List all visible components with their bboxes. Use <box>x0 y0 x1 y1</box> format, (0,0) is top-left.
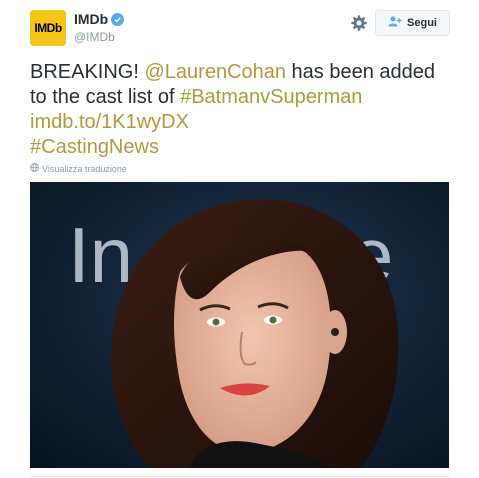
translate-label: Visualizza traduzione <box>42 163 127 174</box>
handle[interactable]: @IMDb <box>74 30 124 44</box>
follow-label: Segui <box>407 17 437 29</box>
backdrop-logo: In <box>68 211 133 299</box>
url-link[interactable]: imdb.to/1K1wyDX <box>30 111 189 133</box>
divider <box>30 476 450 477</box>
gear-icon[interactable] <box>350 14 368 32</box>
translate-link[interactable]: Visualizza traduzione <box>30 163 127 174</box>
avatar[interactable]: IMDb <box>30 10 66 46</box>
tweet-text: BREAKING! @LaurenCohan has been added to… <box>30 60 450 160</box>
tweet-header: IMDb IMDb @IMDb Segui <box>30 10 450 50</box>
globe-icon <box>30 163 39 174</box>
add-user-icon <box>388 16 402 30</box>
author-block[interactable]: IMDb @IMDb <box>74 11 125 44</box>
display-name-row[interactable]: IMDb <box>74 11 125 27</box>
display-name[interactable]: IMDb <box>74 11 108 27</box>
photo-illustration: In e <box>30 182 449 468</box>
tweet-photo[interactable]: In e <box>30 182 449 468</box>
verified-badge-icon <box>111 12 125 26</box>
tweet-text-part: BREAKING! <box>30 61 145 83</box>
mention-link[interactable]: @LaurenCohan <box>144 61 286 83</box>
hashtag-link[interactable]: #CastingNews <box>30 136 159 158</box>
hashtag-link[interactable]: #BatmanvSuperman <box>180 86 362 108</box>
follow-button[interactable]: Segui <box>375 10 450 36</box>
